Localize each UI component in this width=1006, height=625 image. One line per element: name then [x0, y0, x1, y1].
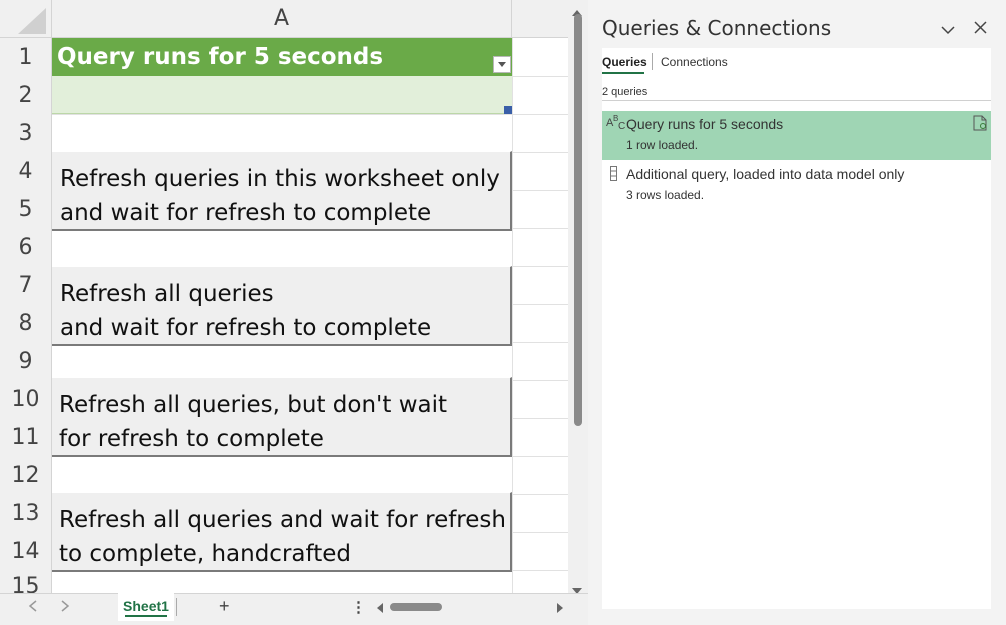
data-model-icon: [610, 166, 618, 187]
tab-queries-underline: [602, 72, 644, 74]
row-header[interactable]: 12: [0, 456, 52, 494]
refresh-all-wait-button[interactable]: Refresh all queries and wait for refresh…: [52, 266, 512, 346]
scroll-left-icon[interactable]: [376, 601, 384, 619]
table-data-row[interactable]: [52, 76, 512, 114]
select-all-triangle-icon: [18, 8, 46, 34]
column-divider: [512, 38, 513, 593]
row-header[interactable]: 8: [0, 304, 52, 342]
query-status: 1 row loaded.: [626, 138, 699, 152]
tab-connections[interactable]: Connections: [661, 55, 728, 69]
refresh-all-nowait-button[interactable]: Refresh all queries, but don't wait for …: [52, 377, 512, 457]
add-sheet-button[interactable]: +: [219, 596, 230, 617]
row-header[interactable]: 6: [0, 228, 52, 266]
query-status: 3 rows loaded.: [626, 188, 705, 202]
row-header[interactable]: 15: [0, 570, 52, 593]
column-header-b[interactable]: [512, 0, 568, 38]
row-header[interactable]: 11: [0, 418, 52, 456]
scroll-right-icon[interactable]: [556, 601, 564, 619]
row-header[interactable]: 3: [0, 114, 52, 152]
pane-title: Queries & Connections: [602, 16, 832, 40]
refresh-worksheet-button[interactable]: Refresh queries in this worksheet only a…: [52, 151, 512, 231]
row-header[interactable]: 5: [0, 190, 52, 228]
row-header[interactable]: 10: [0, 380, 52, 418]
row-header[interactable]: 13: [0, 494, 52, 532]
next-sheet-icon[interactable]: [60, 599, 70, 615]
tab-separator: [652, 53, 653, 70]
active-tab-underline: [125, 615, 167, 617]
tab-queries[interactable]: Queries: [602, 55, 647, 69]
close-icon[interactable]: [974, 21, 987, 39]
row-divider: [52, 114, 568, 115]
tab-separator: [176, 598, 177, 616]
text-query-icon: ABC: [606, 114, 626, 135]
sheet-tabs-bar: [0, 593, 588, 625]
svg-text:C: C: [618, 121, 625, 132]
more-options-icon[interactable]: ⋮: [351, 598, 366, 616]
row-header[interactable]: 2: [0, 76, 52, 114]
prev-sheet-icon[interactable]: [28, 599, 38, 615]
query-refresh-icon[interactable]: [973, 115, 987, 136]
vertical-scroll-thumb[interactable]: [574, 14, 582, 426]
query-name: Query runs for 5 seconds: [626, 116, 784, 132]
row-header[interactable]: 4: [0, 152, 52, 190]
refresh-all-handcrafted-button[interactable]: Refresh all queries and wait for refresh…: [52, 492, 512, 572]
row-header[interactable]: 1: [0, 38, 52, 76]
pane-options-chevron-icon[interactable]: [941, 22, 955, 40]
column-header-a[interactable]: A: [52, 0, 512, 38]
divider: [602, 100, 991, 101]
horizontal-scroll-thumb[interactable]: [390, 603, 442, 611]
table-resize-handle[interactable]: [504, 106, 512, 114]
row-header[interactable]: 7: [0, 266, 52, 304]
query-name[interactable]: Additional query, loaded into data model…: [626, 166, 904, 182]
table-header-cell[interactable]: Query runs for 5 seconds: [52, 38, 512, 76]
row-header[interactable]: 14: [0, 532, 52, 570]
query-count: 2 queries: [602, 86, 648, 98]
row-header[interactable]: 9: [0, 342, 52, 380]
chevron-down-icon: [498, 61, 506, 67]
filter-dropdown-button[interactable]: [493, 56, 511, 73]
